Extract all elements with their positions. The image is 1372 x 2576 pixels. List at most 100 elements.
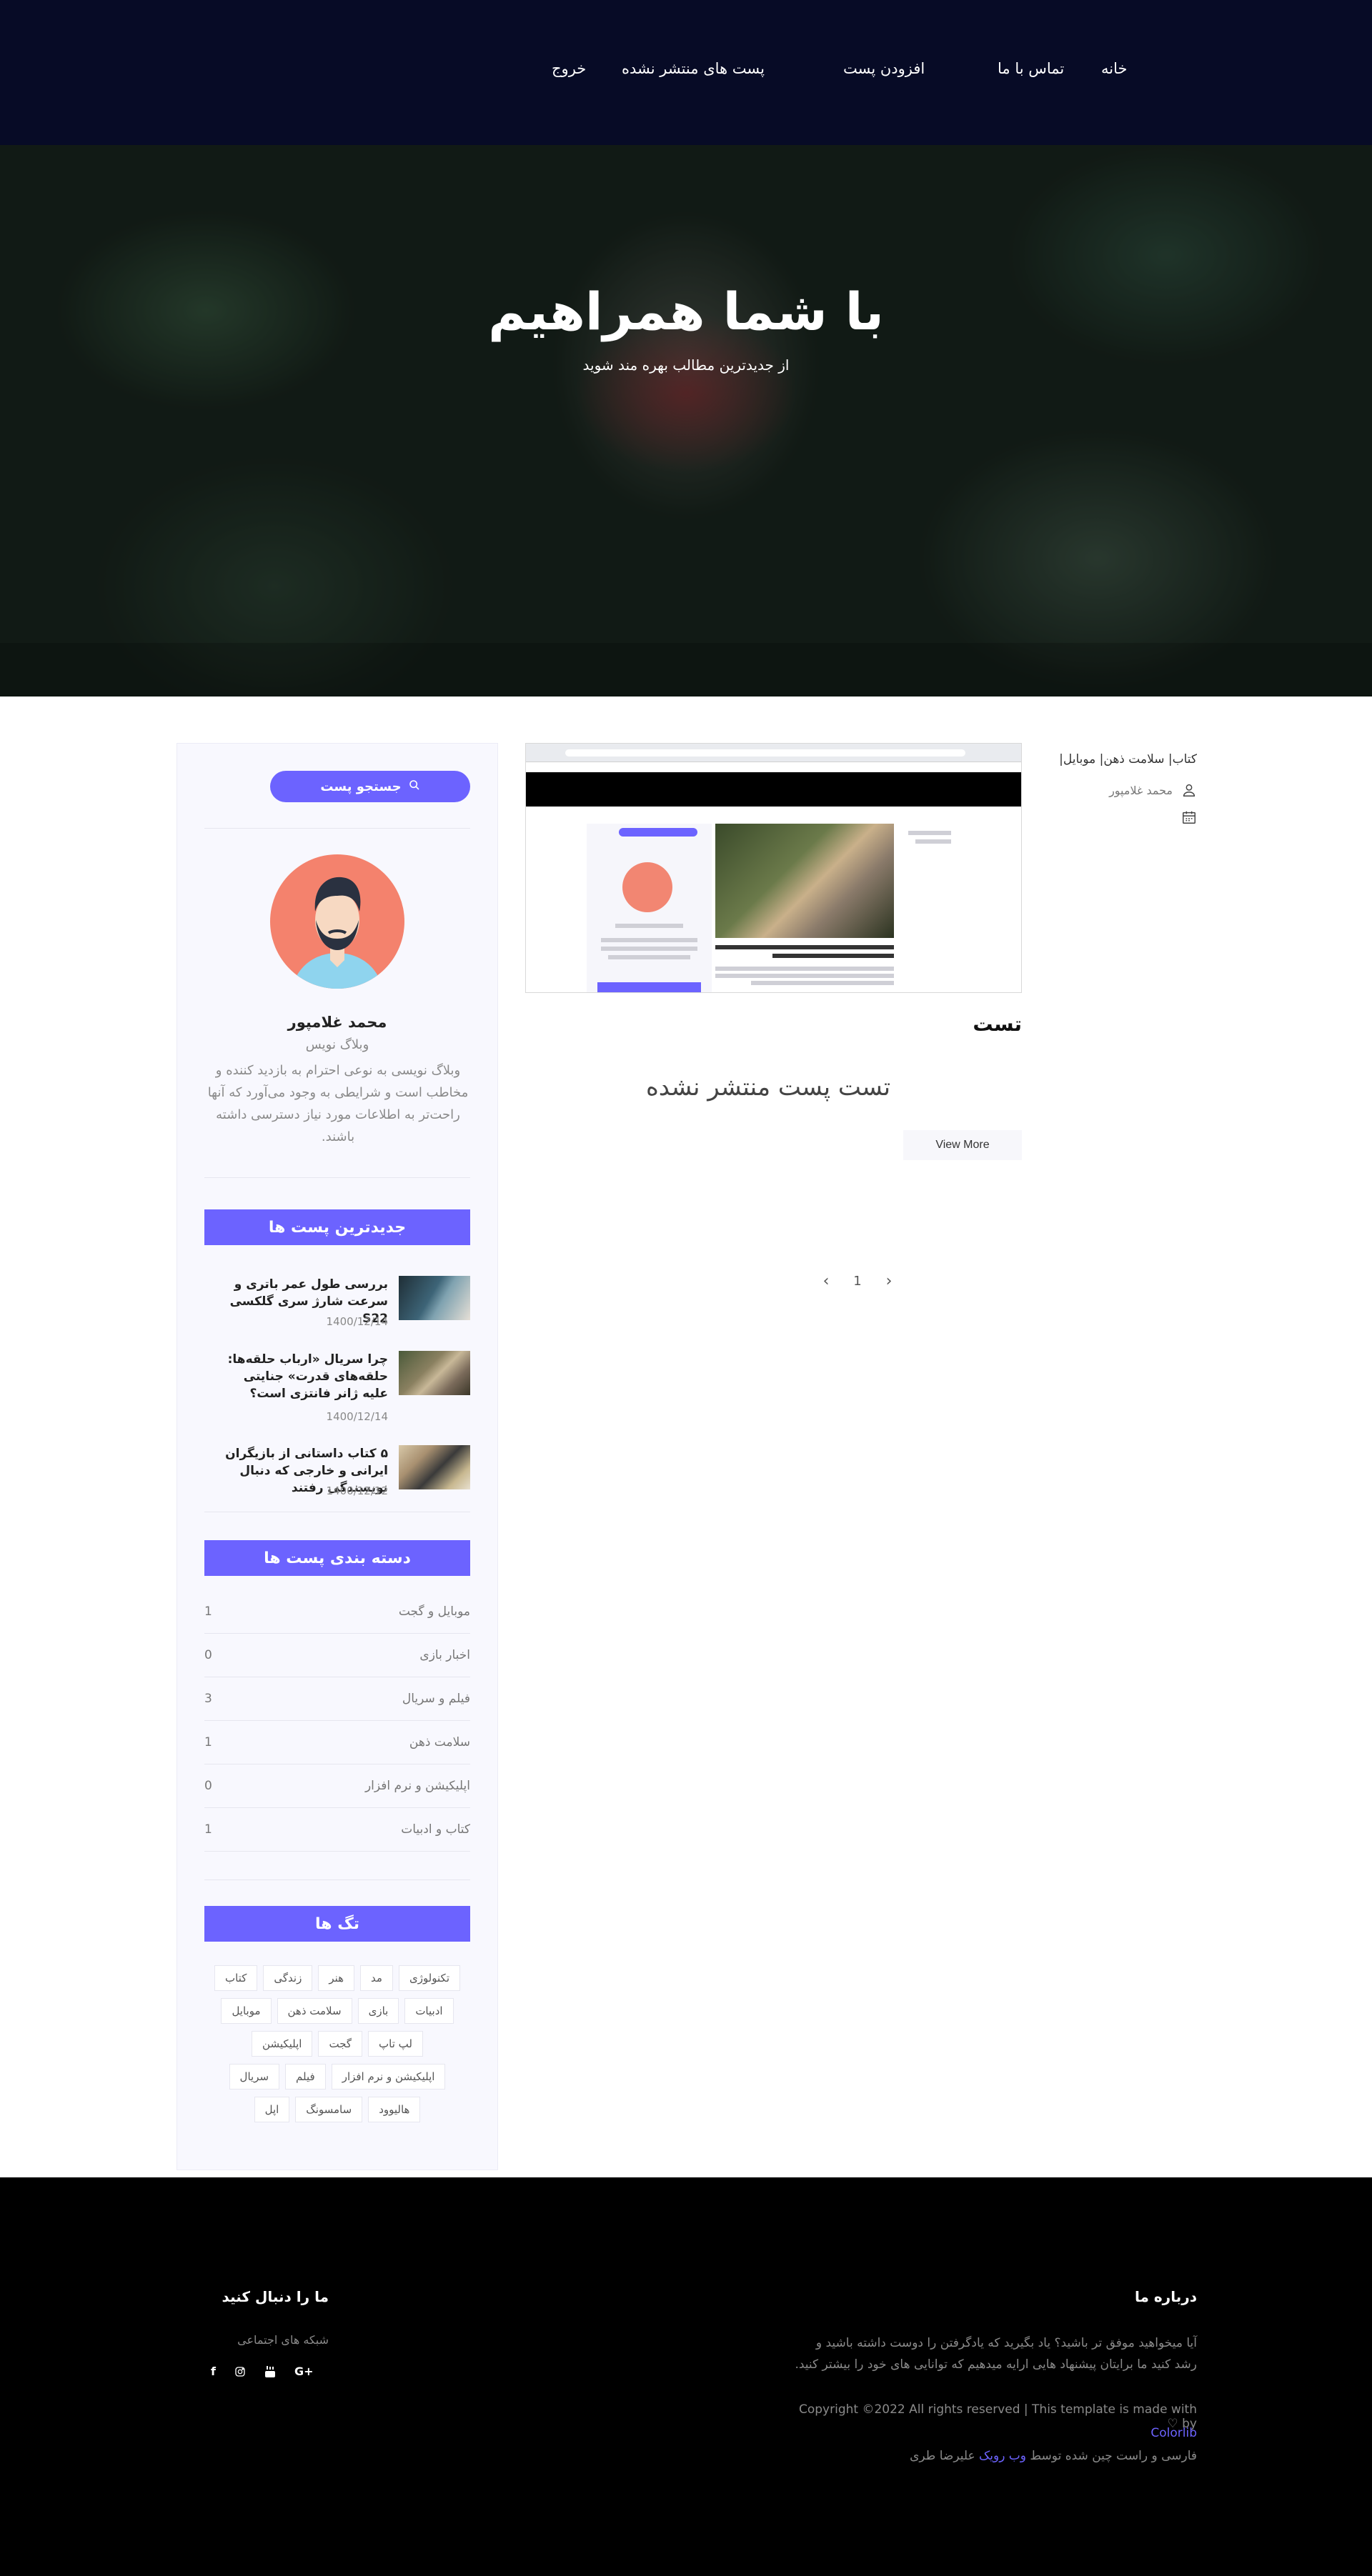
post-author-row: محمد غلامپور — [1058, 782, 1197, 798]
category-count: 1 — [204, 1822, 212, 1837]
nav-item-contact[interactable]: تماس با ما — [998, 61, 1064, 76]
divider — [204, 828, 470, 829]
tag[interactable]: هنر — [318, 1965, 355, 1991]
recent-post-date: 1400/12/12 — [326, 1484, 388, 1497]
facebook-icon[interactable]: f — [211, 2365, 216, 2378]
avatar — [270, 854, 404, 989]
divider — [204, 1177, 470, 1178]
recent-post-item[interactable]: چرا سریال «ارباب حلقه‌ها: حلقه‌های قدرت»… — [204, 1351, 470, 1429]
tag[interactable]: فیلم — [285, 2064, 326, 2090]
instagram-icon[interactable] — [234, 2366, 246, 2377]
post-author[interactable]: محمد غلامپور — [1109, 784, 1173, 797]
category-item[interactable]: 1 موبایل و گجت — [204, 1590, 470, 1634]
social-links: f G+ — [211, 2365, 314, 2378]
recent-post-date: 1400/12/14 — [326, 1315, 388, 1328]
page-number[interactable]: 1 — [853, 1274, 861, 1289]
search-icon — [409, 779, 420, 794]
footer-credit: فارسی و راست چین شده توسط وب رویک علیرضا… — [793, 2449, 1197, 2463]
google-plus-icon[interactable]: G+ — [294, 2365, 314, 2378]
post-image[interactable] — [525, 743, 1022, 993]
user-icon — [1181, 782, 1197, 798]
calendar-icon — [1181, 809, 1197, 825]
chevron-right-icon[interactable]: › — [881, 1272, 897, 1290]
pagination: ‹ 1 › — [818, 1270, 897, 1292]
tag[interactable]: بازی — [357, 1998, 399, 2024]
tag[interactable]: موبایل — [221, 1998, 272, 2024]
post-category[interactable]: کتاب| سلامت ذهن| موبایل| — [1058, 752, 1197, 767]
footer-about-text: آیا میخواهید موفق تر باشید؟ یاد بگیرید ک… — [795, 2336, 1197, 2372]
author-bio: وبلاگ نویسی به نوعی احترام به بازدید کنن… — [207, 1063, 469, 1144]
recent-posts-heading: جدیدترین پست ها — [204, 1209, 470, 1245]
tag[interactable]: سریال — [229, 2064, 280, 2090]
author-role: وبلاگ نویس — [305, 1037, 369, 1052]
category-name[interactable]: فیلم و سریال — [402, 1692, 470, 1706]
nav-item-unpublished-posts[interactable]: پست های منتشر نشده — [622, 61, 765, 76]
tag-cloud: تکنولوژی مد هنر زندگی کتاب ادبیات بازی س… — [204, 1965, 470, 2122]
category-name[interactable]: موبایل و گجت — [399, 1604, 470, 1619]
category-count: 1 — [204, 1604, 212, 1619]
tag[interactable]: اپلیکیشن — [252, 2031, 313, 2057]
recent-post-thumbnail[interactable] — [399, 1445, 470, 1489]
tag[interactable]: اپل — [254, 2097, 290, 2122]
divider — [204, 1879, 470, 1880]
hero-text: با شما همراهیم از جدیدترین مطالب بهره من… — [0, 281, 1372, 374]
tags-heading: تگ ها — [204, 1906, 470, 1942]
recent-post-item[interactable]: بررسی طول عمر باتری و سرعت شارژ سری گلکس… — [204, 1276, 470, 1354]
sidebar: جستجو پست محمد غلامپور وبلاگ نویس وبلاگ … — [177, 743, 498, 2170]
web-roik-link[interactable]: وب رویک — [979, 2449, 1026, 2463]
category-name[interactable]: کتاب و ادبیات — [401, 1822, 470, 1837]
tag[interactable]: سامسونگ — [295, 2097, 363, 2122]
category-count: 3 — [204, 1692, 212, 1706]
tag[interactable]: سلامت ذهن — [277, 1998, 352, 2024]
tag[interactable]: ادبیات — [404, 1998, 454, 2024]
tag[interactable]: مد — [360, 1965, 393, 1991]
search-post-button[interactable]: جستجو پست — [270, 771, 470, 802]
view-more-button[interactable]: View More — [903, 1130, 1022, 1160]
tag[interactable]: اپلیکیشن و نرم افزار — [331, 2064, 446, 2090]
tag[interactable]: لپ تاپ — [368, 2031, 423, 2057]
hero-title: با شما همراهیم — [488, 281, 884, 341]
nav-item-home[interactable]: خانه — [1101, 61, 1127, 76]
category-item[interactable]: 0 اخبار بازی — [204, 1634, 470, 1677]
category-item[interactable]: 1 کتاب و ادبیات — [204, 1808, 470, 1852]
category-item[interactable]: 1 سلامت ذهن — [204, 1721, 470, 1764]
hero-banner: با شما همراهیم از جدیدترین مطالب بهره من… — [0, 145, 1372, 697]
post-date-row — [1058, 809, 1197, 825]
category-item[interactable]: 3 فیلم و سریال — [204, 1677, 470, 1721]
category-count: 1 — [204, 1735, 212, 1749]
post-excerpt: تست پست منتشر نشده — [645, 1073, 891, 1102]
tag[interactable]: هالیوود — [368, 2097, 421, 2122]
credit-suffix: علیرضا طری — [910, 2449, 975, 2463]
nav-item-logout[interactable]: خروج — [552, 61, 586, 76]
chevron-left-icon[interactable]: ‹ — [818, 1272, 834, 1290]
top-nav: خانه تماس با ما افزودن پست پست های منتشر… — [0, 0, 1372, 145]
recent-post-date: 1400/12/14 — [326, 1410, 388, 1423]
post-meta: کتاب| سلامت ذهن| موبایل| محمد غلامپور — [1058, 752, 1197, 825]
tag[interactable]: تکنولوژی — [398, 1965, 460, 1991]
tag[interactable]: گجت — [318, 2031, 363, 2057]
youtube-icon[interactable] — [264, 2365, 276, 2378]
credit-prefix: فارسی و راست چین شده توسط — [1030, 2449, 1197, 2463]
category-name[interactable]: اپلیکیشن و نرم افزار — [365, 1779, 470, 1793]
tag[interactable]: زندگی — [263, 1965, 313, 1991]
category-name[interactable]: سلامت ذهن — [409, 1735, 470, 1749]
post-title[interactable]: تست — [973, 1012, 1022, 1036]
recent-post-thumbnail[interactable] — [399, 1276, 470, 1320]
recent-post-title[interactable]: چرا سریال «ارباب حلقه‌ها: حلقه‌های قدرت»… — [217, 1351, 388, 1402]
recent-post-thumbnail[interactable] — [399, 1351, 470, 1395]
category-item[interactable]: 0 اپلیکیشن و نرم افزار — [204, 1764, 470, 1808]
tag[interactable]: کتاب — [214, 1965, 258, 1991]
category-count: 0 — [204, 1648, 212, 1662]
hero-subtitle: از جدیدترین مطالب بهره مند شوید — [582, 356, 790, 374]
categories-heading: دسته بندی پست ها — [204, 1540, 470, 1576]
footer-social-label: شبکه های اجتماعی — [237, 2333, 329, 2347]
thumbnail-content-graphic — [587, 824, 958, 992]
category-name[interactable]: اخبار بازی — [419, 1648, 470, 1662]
main-content: کتاب| سلامت ذهن| موبایل| محمد غلامپور تس… — [0, 697, 1372, 2177]
category-count: 0 — [204, 1779, 212, 1793]
author-name: محمد غلامپور — [287, 1014, 387, 1031]
colorlib-link[interactable]: Colorlib — [1072, 2426, 1197, 2440]
thumbnail-nav-graphic — [526, 772, 1021, 807]
nav-item-add-post[interactable]: افزودن پست — [843, 61, 925, 76]
footer-follow-title: ما را دنبال کنید — [222, 2288, 329, 2305]
